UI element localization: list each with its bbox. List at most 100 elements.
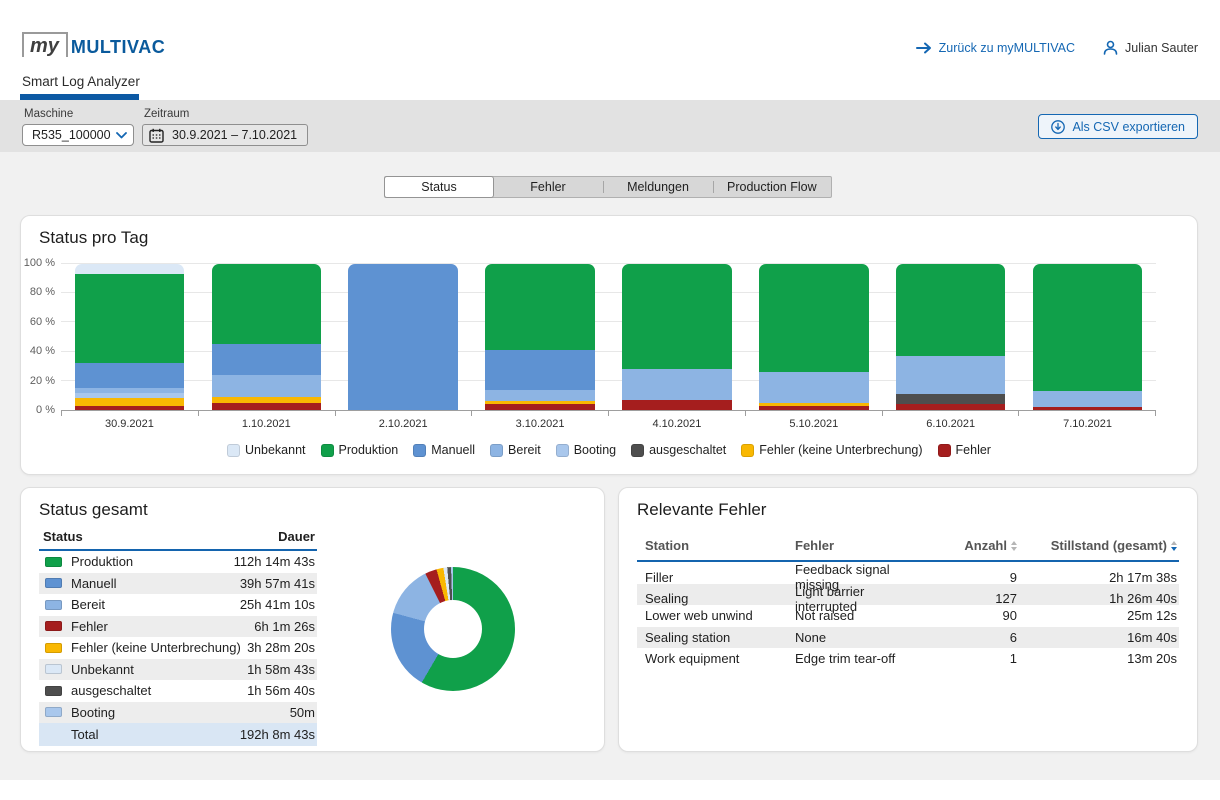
stacked-bar [622,264,732,410]
machine-select[interactable]: R535_100000 [22,124,134,146]
x-tick-mark [199,411,336,416]
status-duration: 112h 14m 43s [234,554,315,569]
error-downtime: 13m 20s [1017,651,1177,666]
tab-fehler[interactable]: Fehler [493,177,603,197]
status-duration: 39h 57m 41s [240,576,315,591]
top-header: my MULTIVAC Smart Log Analyzer Zurück zu… [0,0,1220,100]
bar-segment-fehler [622,400,732,410]
status-label: Produktion [71,554,234,569]
status-row-fehler-keine-unterbrechung: Fehler (keine Unterbrechung)3h 28m 20s [39,637,317,659]
status-per-day-card: Status pro Tag 0 %20 %40 %60 %80 %100 % … [20,215,1198,475]
status-label: Bereit [71,597,240,612]
back-link-label: Zurück zu myMULTIVAC [939,41,1075,55]
bar-segment-produktion [485,264,595,350]
legend-item-fehler-keine-unterbrechung[interactable]: Fehler (keine Unterbrechung) [741,443,922,457]
x-tick-label: 3.10.2021 [472,418,609,430]
legend-label: Manuell [431,443,475,457]
status-label: Booting [71,705,290,720]
legend-item-bereit[interactable]: Bereit [490,443,541,457]
tab-status[interactable]: Status [384,176,494,198]
legend-item-manuell[interactable]: Manuell [413,443,475,457]
export-csv-button[interactable]: Als CSV exportieren [1038,114,1198,139]
error-row-filler: FillerFeedback signal missing92h 17m 38s [637,562,1179,584]
app-tab-smart-log-analyzer[interactable]: Smart Log Analyzer [22,74,140,89]
y-tick-label: 80 % [30,286,55,298]
y-tick-label: 100 % [24,257,55,269]
legend-swatch [556,444,569,457]
error-station: Sealing [645,591,795,606]
status-row-bereit: Bereit25h 41m 10s [39,594,317,616]
bar-segment-produktion [212,264,322,344]
legend-swatch [321,444,334,457]
x-tick-label: 5.10.2021 [745,418,882,430]
back-to-mymultivac-link[interactable]: Zurück zu myMULTIVAC [916,41,1075,55]
tab-production-flow[interactable]: Production Flow [713,177,831,197]
error-count: 1 [922,651,1017,666]
download-icon [1051,120,1065,134]
legend-swatch [227,444,240,457]
x-tick-label: 7.10.2021 [1019,418,1156,430]
x-tick-mark [746,411,883,416]
bar-group-30-9-2021 [61,264,198,410]
bar-group-3-10-2021 [472,264,609,410]
y-tick-label: 20 % [30,375,55,387]
arrow-right-icon [916,42,932,54]
status-color-chip [45,621,62,631]
legend-item-booting[interactable]: Booting [556,443,616,457]
bar-segment-bereit [485,390,595,402]
error-station: Work equipment [645,651,795,666]
x-tick-mark [1019,411,1156,416]
status-row-fehler: Fehler6h 1m 26s [39,616,317,638]
x-tick-mark [336,411,473,416]
error-row-work-equipment: Work equipmentEdge trim tear-off113m 20s [637,648,1179,670]
x-tick-mark [61,411,199,416]
relevant-errors-card: Relevante Fehler Station Fehler Anzahl S… [618,487,1198,752]
error-row-sealing-station: Sealing stationNone616m 40s [637,627,1179,649]
header-links: Zurück zu myMULTIVAC Julian Sauter [916,40,1198,55]
legend-item-ausgeschaltet[interactable]: ausgeschaltet [631,443,726,457]
error-count: 6 [922,630,1017,645]
status-total-row-total: Total 192h 8m 43s [39,723,317,746]
stacked-bar [348,264,458,410]
status-total-title: Status gesamt [39,500,148,520]
stacked-bar [485,264,595,410]
x-tick-label: 1.10.2021 [198,418,335,430]
status-color-chip [45,664,62,674]
period-label: Zeitraum [144,108,189,120]
col-station: Station [645,538,795,553]
col-stillstand-label: Stillstand (gesamt) [1051,538,1167,553]
col-anzahl-label: Anzahl [964,538,1007,553]
y-tick-label: 60 % [30,316,55,328]
status-row-booting: Booting50m [39,702,317,724]
error-row-sealing: SealingLight barrier interrupted1271h 26… [637,584,1179,606]
status-total-rows: Produktion112h 14m 43sManuell39h 57m 41s… [39,551,317,723]
error-error: Not raised [795,608,922,623]
tab-meldungen[interactable]: Meldungen [603,177,713,197]
legend-label: Produktion [339,443,399,457]
status-total-table-header: Status Dauer [39,526,317,551]
status-total-card: Status gesamt Status Dauer Produktion112… [20,487,605,752]
status-duration: 3h 28m 20s [247,640,315,655]
user-menu[interactable]: Julian Sauter [1103,40,1198,55]
period-date-range-field[interactable]: 30.9.2021 – 7.10.2021 [142,124,308,146]
legend-item-unbekannt[interactable]: Unbekannt [227,443,305,457]
error-error: Edge trim tear-off [795,651,922,666]
error-count: 127 [922,591,1017,606]
bar-segment-fehler [75,406,185,410]
stacked-bar [759,264,869,410]
legend-swatch [490,444,503,457]
y-tick-label: 0 % [36,404,55,416]
legend-swatch [938,444,951,457]
legend-swatch [741,444,754,457]
bar-groups [61,264,1156,410]
status-color-chip [45,707,62,717]
bar-segment-bereit [759,372,869,403]
view-tabs: StatusFehlerMeldungenProduction Flow [384,176,832,198]
logo-brand-text: MULTIVAC [71,38,165,57]
col-anzahl-sort[interactable]: Anzahl [922,538,1017,553]
bar-group-6-10-2021 [882,264,1019,410]
legend-item-fehler[interactable]: Fehler [938,443,991,457]
legend-item-produktion[interactable]: Produktion [321,443,399,457]
col-stillstand-sort[interactable]: Stillstand (gesamt) [1017,538,1177,553]
x-tick-mark [609,411,746,416]
